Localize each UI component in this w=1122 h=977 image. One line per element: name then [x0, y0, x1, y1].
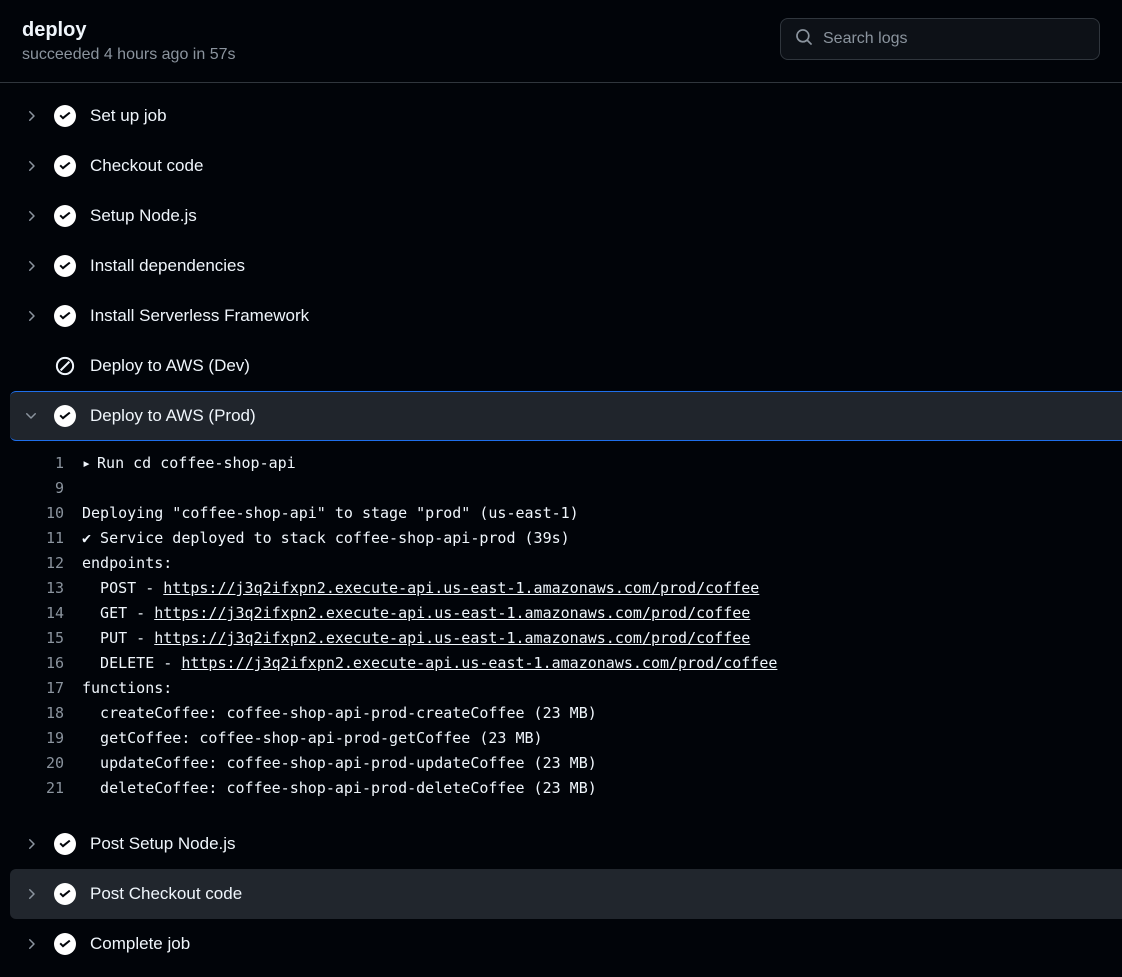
chevron-right-icon[interactable] [22, 307, 40, 325]
check-circle-icon [54, 155, 76, 177]
log-line-text: DELETE - https://j3q2ifxpn2.execute-api.… [82, 651, 777, 676]
log-line: 20 updateCoffee: coffee-shop-api-prod-up… [0, 751, 1122, 776]
header: deploy succeeded 4 hours ago in 57s [0, 0, 1122, 83]
endpoint-link[interactable]: https://j3q2ifxpn2.execute-api.us-east-1… [154, 604, 750, 622]
chevron-right-icon[interactable] [22, 885, 40, 903]
log-line: 13 POST - https://j3q2ifxpn2.execute-api… [0, 576, 1122, 601]
step-name: Post Checkout code [90, 884, 242, 904]
header-left: deploy succeeded 4 hours ago in 57s [22, 18, 235, 64]
log-line-number: 14 [0, 601, 82, 626]
check-circle-icon [54, 255, 76, 277]
log-line-number: 17 [0, 676, 82, 701]
log-line: 11✔ Service deployed to stack coffee-sho… [0, 526, 1122, 551]
log-line: 18 createCoffee: coffee-shop-api-prod-cr… [0, 701, 1122, 726]
step-row[interactable]: Setup Node.js [0, 191, 1122, 241]
step-row[interactable]: Set up job [0, 91, 1122, 141]
step-row[interactable]: Complete job [0, 919, 1122, 969]
step-name: Post Setup Node.js [90, 834, 236, 854]
step-row[interactable]: Install dependencies [0, 241, 1122, 291]
log-line-number: 15 [0, 626, 82, 651]
step-name: Deploy to AWS (Prod) [90, 406, 256, 426]
log-line-number: 12 [0, 551, 82, 576]
chevron-right-icon[interactable] [22, 935, 40, 953]
chevron-down-icon[interactable] [22, 407, 40, 425]
log-line: 15 PUT - https://j3q2ifxpn2.execute-api.… [0, 626, 1122, 651]
check-circle-icon [54, 833, 76, 855]
steps-list: Set up job Checkout code Setup Node.js Inst… [0, 83, 1122, 969]
log-line-text: ✔ Service deployed to stack coffee-shop-… [82, 526, 570, 551]
step-name: Complete job [90, 934, 190, 954]
check-circle-icon [54, 405, 76, 427]
check-circle-icon [54, 305, 76, 327]
log-line-text: deleteCoffee: coffee-shop-api-prod-delet… [82, 776, 597, 801]
step-row[interactable]: Checkout code [0, 141, 1122, 191]
step-row[interactable]: Install Serverless Framework [0, 291, 1122, 341]
step-name: Checkout code [90, 156, 203, 176]
log-line-number: 13 [0, 576, 82, 601]
log-line-number: 16 [0, 651, 82, 676]
log-line-text: functions: [82, 676, 172, 701]
log-line-text: updateCoffee: coffee-shop-api-prod-updat… [82, 751, 597, 776]
log-line: 17functions: [0, 676, 1122, 701]
search-icon [795, 28, 813, 51]
chevron-right-icon[interactable] [22, 257, 40, 275]
log-line-text: POST - https://j3q2ifxpn2.execute-api.us… [82, 576, 759, 601]
log-line-text: getCoffee: coffee-shop-api-prod-getCoffe… [82, 726, 543, 751]
step-row[interactable]: Post Setup Node.js [0, 819, 1122, 869]
log-line: 9 [0, 476, 1122, 501]
log-line-number: 20 [0, 751, 82, 776]
skipped-icon [54, 355, 76, 377]
log-line: 21 deleteCoffee: coffee-shop-api-prod-de… [0, 776, 1122, 801]
log-line: 10Deploying "coffee-shop-api" to stage "… [0, 501, 1122, 526]
step-row[interactable]: Deploy to AWS (Dev) [0, 341, 1122, 391]
step-name: Setup Node.js [90, 206, 197, 226]
step-row[interactable]: Post Checkout code [10, 869, 1122, 919]
check-circle-icon [54, 205, 76, 227]
log-line-text: GET - https://j3q2ifxpn2.execute-api.us-… [82, 601, 750, 626]
chevron-right-icon[interactable] [22, 107, 40, 125]
search-input[interactable] [823, 30, 1085, 48]
log-line-number: 1 [0, 451, 82, 476]
check-circle-icon [54, 105, 76, 127]
log-line: 14 GET - https://j3q2ifxpn2.execute-api.… [0, 601, 1122, 626]
log-line: 19 getCoffee: coffee-shop-api-prod-getCo… [0, 726, 1122, 751]
job-status-subtitle: succeeded 4 hours ago in 57s [22, 46, 235, 64]
log-line-number: 18 [0, 701, 82, 726]
endpoint-link[interactable]: https://j3q2ifxpn2.execute-api.us-east-1… [163, 579, 759, 597]
log-line-text: createCoffee: coffee-shop-api-prod-creat… [82, 701, 597, 726]
log-line-text[interactable]: ▸Run cd coffee-shop-api [82, 451, 296, 476]
caret-right-icon[interactable]: ▸ [82, 451, 91, 476]
chevron-right-icon[interactable] [22, 835, 40, 853]
step-name: Set up job [90, 106, 167, 126]
log-output: 1▸Run cd coffee-shop-api910Deploying "co… [0, 441, 1122, 819]
job-title: deploy [22, 18, 235, 42]
log-line-text: endpoints: [82, 551, 172, 576]
step-name: Install dependencies [90, 256, 245, 276]
endpoint-link[interactable]: https://j3q2ifxpn2.execute-api.us-east-1… [154, 629, 750, 647]
log-line-text: PUT - https://j3q2ifxpn2.execute-api.us-… [82, 626, 750, 651]
log-line: 1▸Run cd coffee-shop-api [0, 451, 1122, 476]
step-name: Deploy to AWS (Dev) [90, 356, 250, 376]
check-circle-icon [54, 883, 76, 905]
chevron-right-icon[interactable] [22, 207, 40, 225]
endpoint-link[interactable]: https://j3q2ifxpn2.execute-api.us-east-1… [181, 654, 777, 672]
step-name: Install Serverless Framework [90, 306, 309, 326]
log-line-number: 9 [0, 476, 82, 501]
search-box[interactable] [780, 18, 1100, 60]
log-line-text: Deploying "coffee-shop-api" to stage "pr… [82, 501, 579, 526]
step-row[interactable]: Deploy to AWS (Prod) [10, 391, 1122, 441]
log-line-number: 21 [0, 776, 82, 801]
chevron-right-icon[interactable] [22, 157, 40, 175]
log-line-number: 19 [0, 726, 82, 751]
log-line: 12endpoints: [0, 551, 1122, 576]
log-line: 16 DELETE - https://j3q2ifxpn2.execute-a… [0, 651, 1122, 676]
check-circle-icon [54, 933, 76, 955]
log-line-number: 11 [0, 526, 82, 551]
log-line-number: 10 [0, 501, 82, 526]
